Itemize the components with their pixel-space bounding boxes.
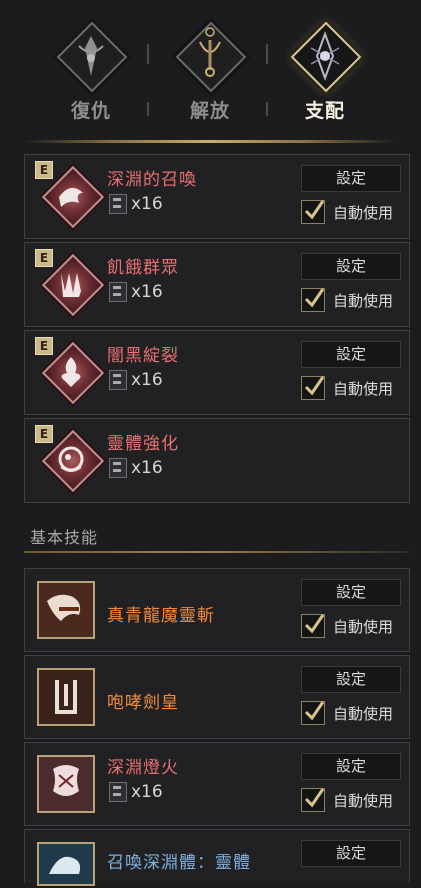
- skill-name: 闇黑綻裂: [107, 346, 179, 366]
- skill-tier-badge: E: [35, 337, 53, 355]
- auto-use-label: 自動使用: [333, 791, 394, 810]
- skill-count: x16: [109, 369, 163, 391]
- skill-count-value: x16: [131, 781, 163, 802]
- skill-name: 飢餓群眾: [107, 258, 179, 278]
- skill-settings-button[interactable]: 設定: [301, 165, 401, 192]
- checkmark-icon: [304, 788, 325, 808]
- skill-name: 召喚深淵體：靈體: [107, 853, 251, 873]
- skill-cost-icon: [109, 193, 127, 214]
- skill-cost-icon: [109, 369, 127, 390]
- auto-use-label: 自動使用: [333, 291, 394, 310]
- dragon-slash-skill-icon: [37, 581, 95, 639]
- auto-use-checkbox[interactable]: [301, 376, 325, 400]
- skill-cost-icon: [109, 281, 127, 302]
- skill-card[interactable]: E 闇黑綻裂 x16 設定 自動使用: [24, 330, 410, 415]
- checkmark-icon: [304, 701, 325, 721]
- auto-use-toggle[interactable]: 自動使用: [301, 701, 393, 727]
- skill-count-value: x16: [131, 457, 163, 478]
- skill-name: 深淵的召喚: [107, 170, 197, 190]
- skill-settings-button[interactable]: 設定: [301, 579, 401, 606]
- skill-card[interactable]: 真青龍魔靈斬 設定 自動使用: [24, 568, 410, 652]
- skill-tree-tabs: 復仇 解放 支配: [0, 0, 421, 143]
- auto-use-toggle[interactable]: 自動使用: [301, 288, 393, 314]
- skill-name: 深淵燈火: [107, 758, 179, 778]
- auto-use-toggle[interactable]: 自動使用: [301, 200, 393, 226]
- skill-tier-badge: E: [35, 249, 53, 267]
- auto-use-checkbox[interactable]: [301, 614, 325, 638]
- skill-count: x16: [109, 193, 163, 215]
- skill-card[interactable]: E 靈體強化 x16: [24, 418, 410, 503]
- skill-tier-badge: E: [35, 161, 53, 179]
- skill-name: 真青龍魔靈斬: [107, 606, 215, 626]
- skill-settings-button[interactable]: 設定: [301, 253, 401, 280]
- tab-domination[interactable]: 支配: [270, 18, 380, 123]
- skill-cost-icon: [109, 781, 127, 802]
- skill-settings-button[interactable]: 設定: [301, 840, 401, 867]
- skill-count: x16: [109, 281, 163, 303]
- skill-name: 咆哮劍皇: [107, 693, 179, 713]
- auto-use-toggle[interactable]: 自動使用: [301, 376, 393, 402]
- skill-card[interactable]: 咆哮劍皇 設定 自動使用: [24, 655, 410, 739]
- auto-use-toggle[interactable]: 自動使用: [301, 788, 393, 814]
- checkmark-icon: [304, 376, 325, 396]
- skill-card[interactable]: 深淵燈火 x16 設定 自動使用: [24, 742, 410, 826]
- section-divider: [24, 551, 410, 553]
- skill-settings-button[interactable]: 設定: [301, 341, 401, 368]
- tab-divider: [266, 44, 268, 64]
- skill-count: x16: [109, 781, 163, 803]
- tabs-underline: [24, 140, 396, 143]
- skill-count-value: x16: [131, 369, 163, 390]
- section-title: 基本技能: [30, 528, 99, 547]
- skill-settings-button[interactable]: 設定: [301, 666, 401, 693]
- auto-use-checkbox[interactable]: [301, 288, 325, 312]
- auto-use-label: 自動使用: [333, 203, 394, 222]
- skill-card[interactable]: E 深淵的召喚 x16 設定 自動使用: [24, 154, 410, 239]
- skill-name: 靈體強化: [107, 434, 179, 454]
- skill-settings-button[interactable]: 設定: [301, 753, 401, 780]
- domination-emblem-icon: [287, 18, 363, 94]
- skill-count-value: x16: [131, 281, 163, 302]
- tab-divider: [147, 44, 149, 64]
- tab-label: 支配: [304, 100, 345, 122]
- auto-use-label: 自動使用: [333, 617, 394, 636]
- auto-use-checkbox[interactable]: [301, 200, 325, 224]
- auto-use-toggle[interactable]: 自動使用: [301, 614, 393, 640]
- tab-label: 復仇: [70, 100, 111, 122]
- checkmark-icon: [304, 614, 325, 634]
- tab-vengeance[interactable]: 復仇: [36, 18, 146, 123]
- roaring-sword-skill-icon: [37, 668, 95, 726]
- auto-use-label: 自動使用: [333, 379, 394, 398]
- checkmark-icon: [304, 200, 325, 220]
- auto-use-checkbox[interactable]: [301, 788, 325, 812]
- vengeance-emblem-icon: [53, 18, 129, 94]
- abyss-lantern-skill-icon: [37, 755, 95, 813]
- skill-count-value: x16: [131, 193, 163, 214]
- skill-cost-icon: [109, 457, 127, 478]
- skill-card[interactable]: E 飢餓群眾 x16 設定 自動使用: [24, 242, 410, 327]
- skill-tier-badge: E: [35, 425, 53, 443]
- auto-use-label: 自動使用: [333, 704, 394, 723]
- tab-label: 解放: [189, 100, 230, 122]
- auto-use-checkbox[interactable]: [301, 701, 325, 725]
- summon-abyss-body-skill-icon: [37, 842, 95, 886]
- checkmark-icon: [304, 288, 325, 308]
- skill-card[interactable]: 召喚深淵體：靈體 設定: [24, 829, 410, 886]
- tab-divider: [147, 102, 149, 116]
- tab-liberation[interactable]: 解放: [155, 18, 265, 123]
- tab-divider: [266, 102, 268, 116]
- liberation-emblem-icon: [172, 18, 248, 94]
- skill-count: x16: [109, 457, 163, 479]
